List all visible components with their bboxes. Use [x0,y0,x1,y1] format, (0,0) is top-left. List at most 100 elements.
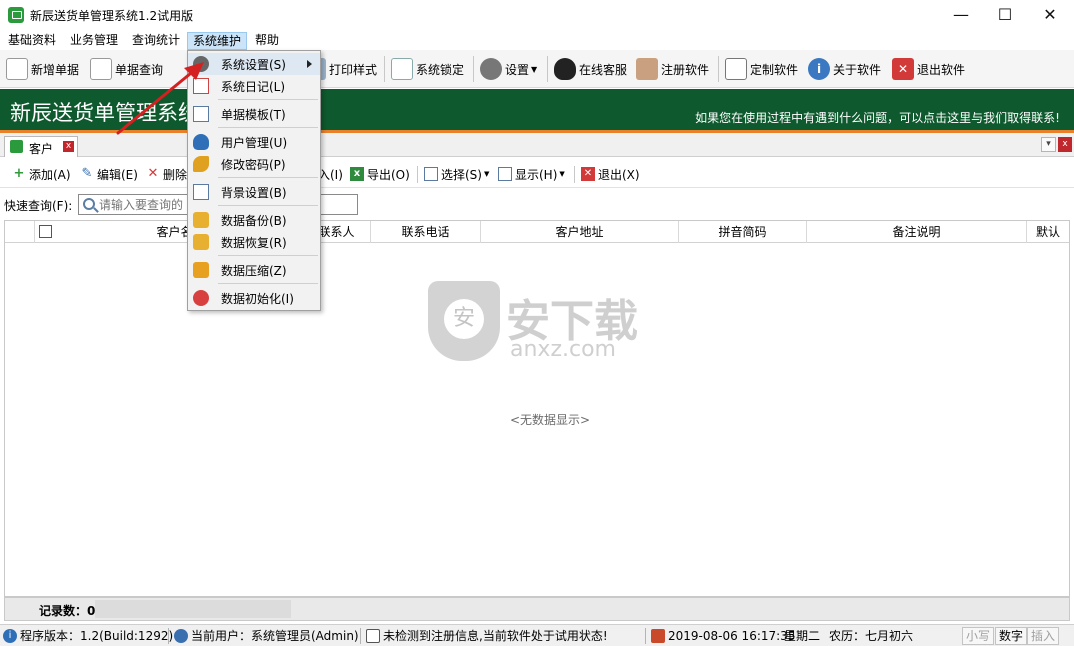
columns-icon [498,167,512,181]
menu-help[interactable]: 帮助 [250,32,284,50]
menu-item-label: 数据初始化(I) [221,291,294,306]
import-label: 入(I) [318,167,343,182]
online-service-label: 在线客服 [579,62,628,77]
import-button[interactable]: 入(I) [318,165,343,183]
settings-label: 设置 [505,62,530,77]
watermark-logo: 安下载 anxz.com [428,281,658,362]
datetime-text: 2019-08-06 16:17:35 [668,629,796,643]
grid-select-icon [424,167,438,181]
system-lock-button[interactable]: 系统锁定 [391,55,464,83]
menu-system-maintenance[interactable]: 系统维护 [187,32,248,50]
menu-data-compress[interactable]: 数据压缩(Z) [188,259,320,281]
new-order-button[interactable]: 新增单据 [6,55,79,83]
select-label: 选择(S) [441,167,482,182]
insert-indicator: 插入 [1027,627,1060,645]
tab-customer-label: 客户 [29,142,54,156]
basket-icon [636,58,658,80]
column-header[interactable]: 客户地址 [481,221,679,243]
row-indicator-header [5,221,35,243]
menu-item-label: 系统日记(L) [221,79,286,94]
menu-change-password[interactable]: 修改密码(P) [188,153,320,175]
version-status: i 程序版本：1.2(Build:1292) [3,627,173,645]
info-icon: i [3,629,17,643]
tab-list-chevron-icon[interactable]: ▾ [1041,137,1056,152]
custom-software-button[interactable]: 定制软件 [725,55,798,83]
menu-basic-data[interactable]: 基础资料 [3,32,61,50]
menu-separator [218,255,318,256]
edit-label: 编辑(E) [97,167,138,182]
watermark-en-text: anxz.com [510,337,616,362]
exit-view-button[interactable]: ✕ 退出(X) [581,165,640,183]
status-separator [168,628,169,644]
column-header[interactable]: 拼音简码 [679,221,807,243]
datetime-status: 2019-08-06 16:17:35 [651,627,795,645]
tab-close-icon[interactable]: x [63,141,74,152]
close-button[interactable]: ✕ [1027,0,1073,30]
close-all-tabs-icon[interactable]: x [1058,137,1072,152]
menu-item-label: 单据模板(T) [221,107,286,122]
chevron-down-icon: ▼ [559,170,565,178]
display-button[interactable]: 显示(H) ▼ [498,165,565,183]
tab-customer[interactable]: 客户 x [4,136,78,157]
record-count: 记录数：0 [39,604,96,618]
menu-query-stats[interactable]: 查询统计 [127,32,185,50]
select-all-checkbox[interactable] [39,225,52,238]
menu-background-settings[interactable]: 背景设置(B) [188,181,320,203]
print-style-label: 打印样式 [329,62,378,77]
export-button[interactable]: x 导出(O) [350,165,410,183]
export-label: 导出(O) [367,167,410,182]
init-icon [193,290,209,306]
info-icon: i [808,58,830,80]
menu-data-restore[interactable]: 数据恢复(R) [188,231,320,253]
add-label: 添加(A) [29,167,71,182]
numlock-indicator: 数字 [995,627,1028,645]
horizontal-scrollbar[interactable] [95,600,291,618]
menu-item-label: 背景设置(B) [221,185,287,200]
empty-grid-message: <无数据显示> [509,413,591,427]
about-button[interactable]: i 关于软件 [808,55,881,83]
user-icon [174,629,188,643]
register-label: 注册软件 [661,62,710,77]
submenu-arrow-icon [307,60,312,68]
menu-item-label: 数据压缩(Z) [221,263,287,278]
customer-tab-icon [10,140,23,153]
print-style-button[interactable]: 打印样式 [312,55,377,83]
column-header[interactable]: 默认 [1027,221,1069,243]
menu-item-label: 修改密码(P) [221,157,286,172]
register-button[interactable]: 注册软件 [636,55,709,83]
menu-data-initialize[interactable]: 数据初始化(I) [188,287,320,309]
registration-status: 未检测到注册信息,当前软件处于试用状态! [366,627,608,645]
compress-icon [193,262,209,278]
about-label: 关于软件 [833,62,882,77]
delete-label: 删除 [163,167,188,182]
menu-business[interactable]: 业务管理 [65,32,123,50]
registration-text: 未检测到注册信息,当前软件处于试用状态! [383,629,608,643]
app-window: 新辰送货单管理系统1.2试用版 — ☐ ✕ 基础资料 业务管理 查询统计 系统维… [0,0,1074,646]
excel-icon: x [350,167,364,181]
close-icon: ✕ [892,58,914,80]
maximize-button[interactable]: ☐ [982,0,1028,30]
settings-button[interactable]: 设置 ▼ [480,55,537,83]
custom-software-label: 定制软件 [750,62,799,77]
restore-icon [193,234,209,250]
record-toolbar: + 添加(A) ✎ 编辑(E) ✕ 删除 入(I) x 导出(O) 选择(S) … [0,160,1074,188]
shield-icon [428,281,500,361]
delete-x-icon: ✕ [147,166,159,181]
display-label: 显示(H) [515,167,558,182]
add-button[interactable]: + 添加(A) [12,165,71,183]
title-bar: 新辰送货单管理系统1.2试用版 — ☐ ✕ [0,0,1074,30]
contact-help-link[interactable]: 如果您在使用过程中有遇到什么问题，可以点击这里与我们取得联系! [695,109,1060,126]
menu-data-backup[interactable]: 数据备份(B) [188,209,320,231]
edit-button[interactable]: ✎ 编辑(E) [80,165,138,183]
minimize-button[interactable]: — [938,0,984,30]
exit-software-button[interactable]: ✕ 退出软件 [892,55,965,83]
new-order-label: 新增单据 [31,62,80,77]
menu-item-label: 系统设置(S) [221,57,286,72]
chevron-down-icon: ▼ [531,64,538,74]
column-header[interactable]: 联系电话 [371,221,481,243]
delete-button[interactable]: ✕ 删除 [146,165,187,183]
select-button[interactable]: 选择(S) ▼ [424,165,489,183]
online-service-button[interactable]: 在线客服 [554,55,627,83]
column-header[interactable]: 备注说明 [807,221,1027,243]
window-title: 新辰送货单管理系统1.2试用版 [30,9,194,23]
